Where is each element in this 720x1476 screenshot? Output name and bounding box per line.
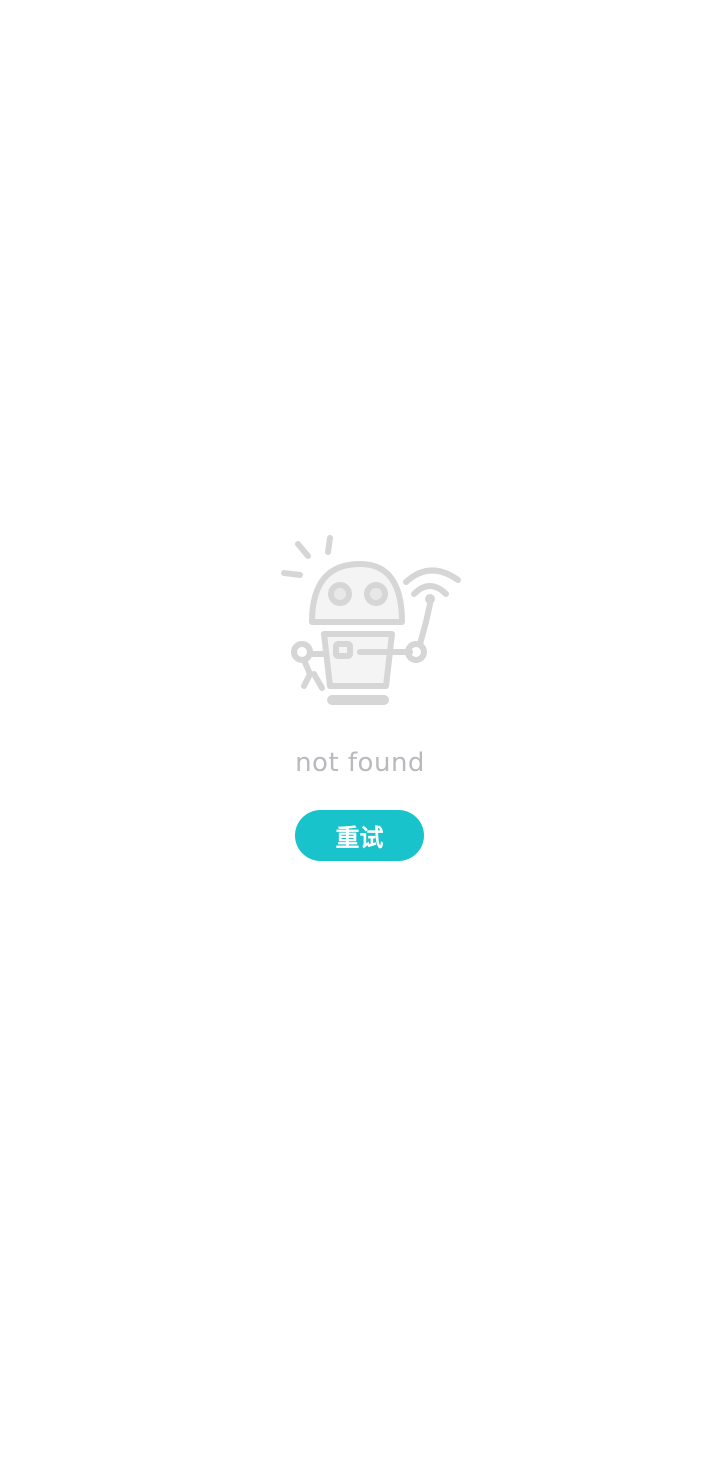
not-found-message: not found [295,748,425,778]
retry-button[interactable]: 重试 [295,810,424,861]
empty-state-page: not found 重试 [0,0,720,1476]
robot-disconnected-icon [281,535,461,705]
